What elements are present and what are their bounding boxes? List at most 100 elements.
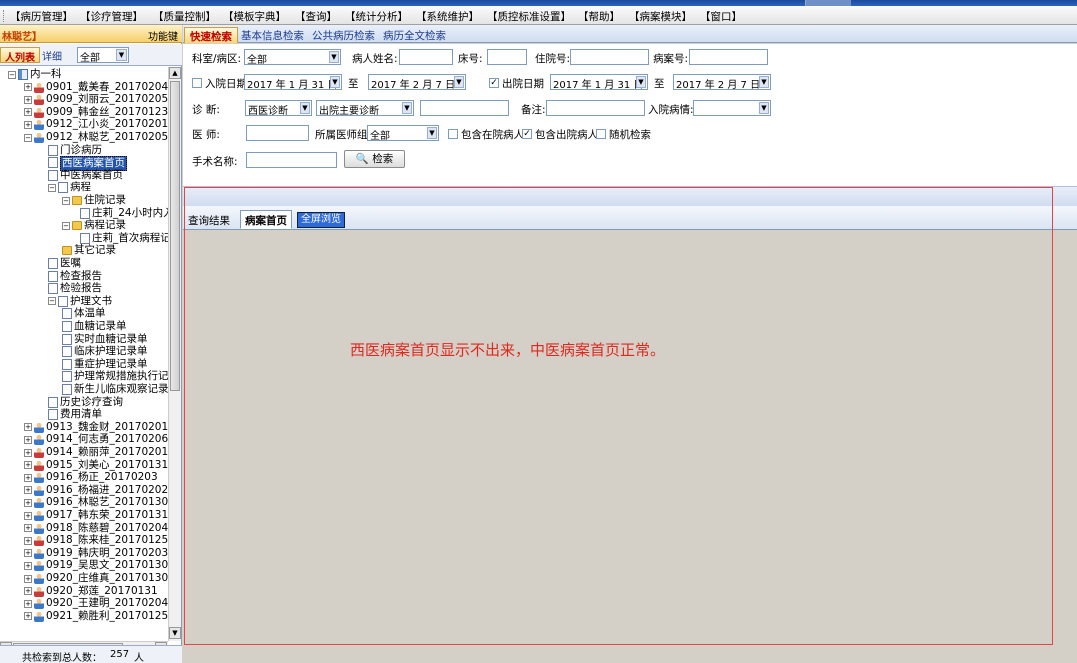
tree-document-node[interactable]: 庄莉_24小时内入: [80, 207, 168, 220]
discharge-from-date[interactable]: 2017 年 1 月 31 日 ▼: [550, 74, 648, 90]
expand-icon[interactable]: +: [24, 120, 32, 129]
tab-record-front-page[interactable]: 病案首页: [240, 210, 292, 229]
tree-vertical-scrollbar[interactable]: ▲ ▼: [168, 67, 181, 641]
tree-document-node[interactable]: 门诊病历: [48, 144, 102, 157]
expand-icon[interactable]: +: [24, 108, 32, 117]
menu-stats[interactable]: 【统计分析】: [345, 9, 408, 24]
tree-document-node[interactable]: 费用清单: [48, 408, 102, 421]
record-no-input[interactable]: [689, 49, 768, 65]
chevron-down-icon[interactable]: ▼: [402, 102, 412, 114]
tree-patient-node[interactable]: +0919_吴思文_20170130: [24, 559, 168, 572]
menu-help[interactable]: 【帮助】: [578, 9, 620, 24]
expand-icon[interactable]: +: [24, 524, 32, 533]
expand-icon[interactable]: +: [24, 448, 32, 457]
tree-document-node[interactable]: − 病程: [48, 181, 91, 194]
tree-patient-node[interactable]: − 内一科: [8, 68, 62, 81]
tree-patient-node[interactable]: +0912_江小炎_20170201: [24, 118, 168, 131]
tree-document-node[interactable]: 重症护理记录单: [62, 358, 148, 371]
tree-document-node[interactable]: 检验报告: [48, 282, 102, 295]
tree-document-node[interactable]: 其它记录: [62, 244, 116, 257]
tree-patient-node[interactable]: +0917_韩东荣_20170131: [24, 509, 168, 522]
admit-to-date[interactable]: 2017 年 2 月 7 日 ▼: [368, 74, 466, 90]
tree-document-node[interactable]: 体温单: [62, 307, 106, 320]
menu-record-module[interactable]: 【病案模块】: [629, 9, 692, 24]
expand-icon[interactable]: +: [24, 587, 32, 596]
menu-emr[interactable]: 【病历管理】: [10, 9, 73, 24]
expand-icon[interactable]: +: [24, 511, 32, 520]
tree-document-node[interactable]: 护理常规措施执行记: [62, 370, 168, 383]
expand-icon[interactable]: +: [24, 435, 32, 444]
chevron-down-icon[interactable]: ▼: [636, 76, 646, 88]
menu-window[interactable]: 【窗口】: [700, 9, 742, 24]
tree-patient-node[interactable]: +0909_刘丽云_20170205: [24, 93, 168, 106]
menu-quality[interactable]: 【质量控制】: [153, 9, 216, 24]
discharge-date-checkbox[interactable]: ✓: [489, 78, 499, 88]
expand-icon[interactable]: +: [24, 461, 32, 470]
chevron-down-icon[interactable]: ▼: [300, 102, 310, 114]
expand-icon[interactable]: +: [24, 95, 32, 104]
tree-patient-node[interactable]: +0901_戴美春_20170204: [24, 81, 168, 94]
tree-document-node[interactable]: 医嘱: [48, 257, 81, 270]
patient-name-input[interactable]: [399, 49, 453, 65]
collapse-icon[interactable]: −: [24, 133, 32, 142]
tree-document-node[interactable]: 中医病案首页: [48, 169, 123, 182]
expand-icon[interactable]: +: [24, 561, 32, 570]
tree-patient-node[interactable]: +0913_魏金财_20170201: [24, 421, 168, 434]
scroll-down-icon[interactable]: ▼: [169, 627, 181, 639]
diagnosis-input[interactable]: [420, 100, 509, 116]
tree-patient-node[interactable]: +0920_王建明_20170204: [24, 597, 168, 610]
collapse-icon[interactable]: −: [62, 221, 70, 230]
tree-patient-node[interactable]: +0918_陈慈碧_20170204: [24, 522, 168, 535]
collapse-icon[interactable]: −: [48, 297, 56, 306]
tree-document-node[interactable]: 历史诊疗查询: [48, 396, 123, 409]
tree-patient-node[interactable]: +0916_杨福进_20170202: [24, 484, 168, 497]
random-checkbox[interactable]: [596, 129, 606, 139]
scroll-up-icon[interactable]: ▲: [169, 67, 181, 79]
tab-basic-search[interactable]: 基本信息检索: [236, 27, 309, 43]
doctor-input[interactable]: [246, 125, 309, 141]
tree-patient-node[interactable]: +0920_庄维真_20170130: [24, 572, 168, 585]
chevron-down-icon[interactable]: ▼: [759, 76, 769, 88]
menu-maintenance[interactable]: 【系统维护】: [416, 9, 479, 24]
tree-document-node[interactable]: 新生儿临床观察记录: [62, 383, 168, 396]
expand-icon[interactable]: +: [24, 612, 32, 621]
expand-icon[interactable]: +: [24, 486, 32, 495]
menu-templates[interactable]: 【模板字典】: [223, 9, 286, 24]
tree-patient-node[interactable]: +0914_何志勇_20170206: [24, 433, 168, 446]
diagnosis-type-select[interactable]: 西医诊断 ▼: [245, 100, 312, 116]
tree-document-node[interactable]: 实时血糖记录单: [62, 333, 148, 346]
tab-fulltext-search[interactable]: 病历全文检索: [378, 27, 451, 43]
condition-select[interactable]: ▼: [693, 100, 771, 116]
include-in-checkbox[interactable]: [448, 129, 458, 139]
tree-patient-node[interactable]: +0914_赖丽萍_20170201: [24, 446, 168, 459]
group-select[interactable]: 全部 ▼: [367, 125, 439, 141]
function-key-button[interactable]: 功能键: [148, 28, 178, 43]
tree-document-node[interactable]: − 住院记录: [62, 194, 126, 207]
surgery-input[interactable]: [246, 152, 337, 168]
tree-patient-node[interactable]: +0920_郑莲_20170131: [24, 585, 158, 598]
expand-icon[interactable]: +: [24, 83, 32, 92]
tree-document-node[interactable]: 血糖记录单: [62, 320, 127, 333]
search-button[interactable]: 🔍 检索: [344, 150, 405, 168]
menu-qc-standards[interactable]: 【质控标准设置】: [487, 9, 571, 24]
include-out-checkbox[interactable]: ✓: [522, 129, 532, 139]
admit-date-checkbox[interactable]: [192, 78, 202, 88]
expand-icon[interactable]: +: [24, 423, 32, 432]
collapse-icon[interactable]: −: [62, 196, 70, 205]
tab-detail[interactable]: 详细: [38, 47, 66, 63]
bed-input[interactable]: [487, 49, 527, 65]
expand-icon[interactable]: +: [24, 599, 32, 608]
tree-patient-node[interactable]: − 0912_林聪艺_20170205: [24, 131, 168, 144]
tree-patient-node[interactable]: +0921_赖胜利_20170125: [24, 610, 168, 623]
tab-quick-search[interactable]: 快速检索: [184, 27, 238, 43]
tree-patient-node[interactable]: +0918_陈来桂_20170125: [24, 534, 168, 547]
expand-icon[interactable]: +: [24, 549, 32, 558]
tree-patient-node[interactable]: +0916_杨正_20170203: [24, 471, 158, 484]
tree-document-node[interactable]: 检查报告: [48, 270, 102, 283]
tree-document-node[interactable]: − 病程记录: [62, 219, 126, 232]
chevron-down-icon[interactable]: ▼: [454, 76, 464, 88]
tree-patient-node[interactable]: +0916_林聪艺_20170130: [24, 496, 168, 509]
expand-icon[interactable]: +: [24, 473, 32, 482]
diagnosis-kind-select[interactable]: 出院主要诊断 ▼: [316, 100, 414, 116]
tree-patient-node[interactable]: +0909_韩金丝_20170123: [24, 106, 168, 119]
